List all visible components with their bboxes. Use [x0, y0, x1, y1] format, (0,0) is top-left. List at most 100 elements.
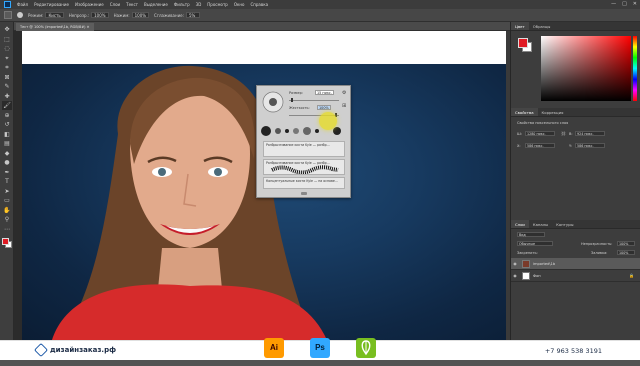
brush-preset-item[interactable]: Концептуальные кисти Kyle — на основе... [263, 177, 345, 189]
lock-label: Закрепить: [517, 251, 538, 255]
menu-type[interactable]: Текст [126, 2, 138, 7]
menu-file[interactable]: Файл [17, 2, 28, 7]
coreldraw-icon [356, 338, 376, 358]
color-picker-field[interactable] [541, 36, 631, 101]
pressure-input[interactable]: 100% [131, 12, 150, 18]
hue-slider[interactable] [633, 36, 637, 101]
brush-size-input[interactable]: 15 пикс. [315, 90, 334, 95]
brush-preset-button[interactable] [17, 12, 23, 18]
crop-tool-icon[interactable]: ⌗ [2, 63, 12, 72]
eyedropper-tool-icon[interactable]: ✎ [2, 82, 12, 91]
pen-tool-icon[interactable]: ✒ [2, 168, 12, 177]
layer-row-imported[interactable]: ◉ imported\1b [511, 258, 640, 270]
fill-input[interactable]: 100% [617, 250, 635, 255]
brush-preset-item[interactable]: Разбрызгивание кисти Kyle — разбр... [263, 141, 345, 157]
brush-tip-small[interactable] [285, 129, 289, 133]
frame-tool-icon[interactable]: ⊠ [2, 73, 12, 82]
lasso-tool-icon[interactable]: ◌ [2, 44, 12, 53]
minimize-button[interactable]: — [611, 1, 616, 8]
brush-size-slider-handle[interactable] [291, 98, 293, 102]
brush-tip-round[interactable] [333, 127, 341, 135]
brush-hardness-input[interactable]: 100% [317, 105, 331, 110]
layer-opacity-input[interactable]: 100% [617, 241, 635, 246]
brush-size-slider[interactable] [289, 100, 339, 101]
x-label: X: [517, 144, 521, 148]
menu-edit[interactable]: Редактирование [34, 2, 69, 7]
brush-preset-picker[interactable]: Размер: 15 пикс. Жесткость: 100% ⚙ ⊞ Раз… [256, 85, 351, 198]
layer-name[interactable]: imported\1b [533, 262, 555, 266]
quick-select-tool-icon[interactable]: ⌖ [2, 54, 12, 63]
brush-tip-texture[interactable] [293, 128, 299, 134]
new-preset-icon[interactable]: ⊞ [342, 103, 346, 109]
zoom-tool-icon[interactable]: ⚲ [2, 215, 12, 224]
link-icon[interactable]: ⛓ [561, 131, 566, 136]
opacity-input[interactable]: 100% [91, 12, 109, 18]
maximize-button[interactable]: □ [622, 1, 627, 8]
tab-channels[interactable]: Каналы [529, 220, 552, 228]
document-canvas-white[interactable] [22, 31, 506, 64]
brush-tip-hard-large[interactable] [261, 126, 271, 136]
properties-header: Свойства пиксельного слоя [517, 121, 569, 125]
brush-tip-soft[interactable] [275, 128, 281, 134]
blur-tool-icon[interactable]: ◆ [2, 149, 12, 158]
tool-preset-picker[interactable] [4, 11, 12, 19]
hand-tool-icon[interactable]: ✋ [2, 206, 12, 215]
picker-resize-handle[interactable] [301, 192, 307, 195]
blend-mode-select[interactable]: Обычные [517, 241, 553, 246]
x-input[interactable]: 586 пикс. [525, 143, 555, 148]
y-label: Y: [569, 144, 572, 148]
visibility-eye-icon[interactable]: ◉ [511, 273, 519, 278]
type-tool-icon[interactable]: T [2, 177, 12, 186]
menu-view[interactable]: Просмотр [207, 2, 228, 7]
mode-control: Режим: Кисть [28, 12, 64, 18]
picker-settings-gear-icon[interactable]: ⚙ [342, 90, 346, 96]
eraser-tool-icon[interactable]: ◧ [2, 130, 12, 139]
menu-select[interactable]: Выделение [144, 2, 168, 7]
smoothing-label: Сглаживание: [154, 12, 184, 18]
move-tool-icon[interactable]: ✥ [2, 25, 12, 34]
visibility-eye-icon[interactable]: ◉ [511, 261, 519, 266]
brush-tip-spray[interactable] [303, 127, 311, 135]
dodge-tool-icon[interactable]: ● [2, 158, 12, 167]
healing-brush-tool-icon[interactable]: ✚ [2, 92, 12, 101]
document-tab[interactable]: Тест @ 100% (imported\1b, RGB/8#) ✕ [16, 23, 94, 31]
panel-foreground-color[interactable] [518, 38, 528, 48]
photoshop-logo-icon [4, 1, 11, 8]
layer-row-background[interactable]: ◉ Фон 🔒 [511, 270, 640, 282]
brush-hardness-label: Жесткость: [289, 106, 310, 110]
history-brush-tool-icon[interactable]: ↺ [2, 120, 12, 129]
more-tools-icon[interactable]: ⋯ [2, 225, 12, 234]
menu-image[interactable]: Изображение [75, 2, 104, 7]
width-input[interactable]: 1280 пикс. [525, 131, 555, 136]
clone-stamp-tool-icon[interactable]: ⊕ [2, 111, 12, 120]
menu-3d[interactable]: 3D [196, 2, 202, 7]
brush-preset-item[interactable]: Разбрызгивание кисти Kyle — разбр... [263, 159, 345, 175]
shape-tool-icon[interactable]: ▭ [2, 196, 12, 205]
layer-name[interactable]: Фон [533, 274, 541, 278]
layer-thumbnail [522, 271, 530, 280]
tab-properties[interactable]: Свойства [511, 108, 538, 116]
brush-angle-preview-icon[interactable] [261, 90, 285, 114]
tab-paths[interactable]: Контуры [552, 220, 577, 228]
menu-layers[interactable]: Слои [110, 2, 120, 7]
y-input[interactable]: 586 пикс. [575, 143, 605, 148]
tab-adjustments[interactable]: Коррекция [538, 108, 568, 116]
tab-swatches[interactable]: Образцы [529, 22, 555, 30]
menu-help[interactable]: Справка [250, 2, 268, 7]
gradient-tool-icon[interactable]: ▤ [2, 139, 12, 148]
smoothing-input[interactable]: 5% [185, 12, 200, 18]
height-input[interactable]: 924 пикс. [575, 131, 605, 136]
tab-color[interactable]: Цвет [511, 22, 529, 30]
marquee-tool-icon[interactable]: ⬚ [2, 35, 12, 44]
foreground-color-swatch[interactable] [2, 238, 9, 245]
menu-filter[interactable]: Фильтр [174, 2, 190, 7]
menu-bar: Файл Редактирование Изображение Слои Тек… [0, 0, 640, 9]
menu-window[interactable]: Окно [234, 2, 245, 7]
brush-tool-icon[interactable]: 🖌 [2, 101, 12, 110]
tab-layers[interactable]: Слои [511, 220, 529, 228]
close-button[interactable]: ✕ [633, 1, 637, 8]
brush-tip-dot[interactable] [315, 129, 319, 133]
path-select-tool-icon[interactable]: ➤ [2, 187, 12, 196]
layer-kind-filter[interactable]: Вид [517, 232, 545, 237]
mode-select[interactable]: Кисть [45, 12, 64, 18]
